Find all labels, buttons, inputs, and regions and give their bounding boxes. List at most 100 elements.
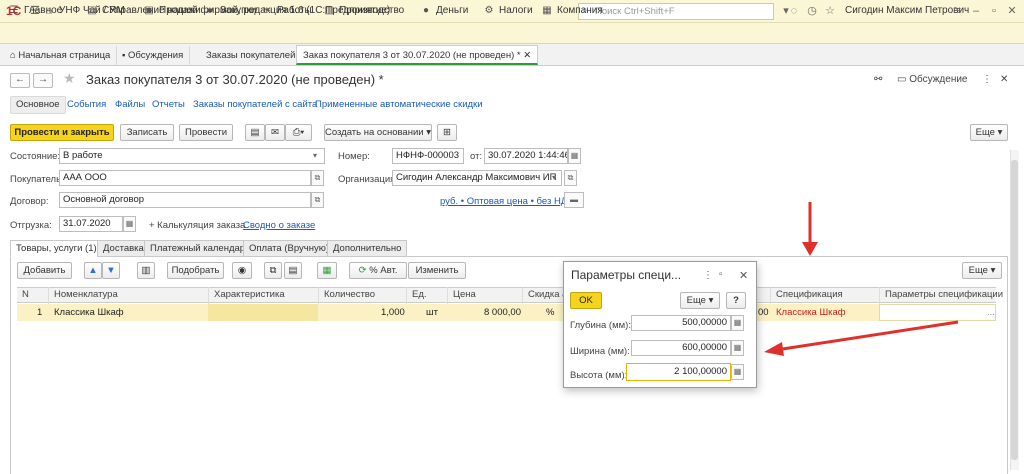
col-price[interactable]: Цена [453, 289, 476, 300]
tab-home[interactable]: ⌂ Начальная страница [4, 46, 118, 66]
back-button[interactable]: ← [10, 73, 30, 88]
state-field[interactable]: В работе [59, 148, 325, 164]
calculator-icon[interactable]: ▦ [731, 364, 744, 380]
forward-button[interactable]: → [33, 73, 53, 88]
open-link-icon[interactable]: ⧉ [311, 170, 324, 186]
organization-field[interactable]: Сигодин Александр Максимович ИП [392, 170, 562, 186]
date-field[interactable]: 30.07.2020 1:44:46 [484, 148, 568, 164]
calendar-icon[interactable]: ▦ [123, 216, 136, 232]
more-icon[interactable]: ⋮ [982, 74, 992, 85]
help-button[interactable]: ? [726, 292, 746, 309]
col-item[interactable]: Номенклатура [54, 289, 118, 300]
section-files[interactable]: Файлы [115, 99, 145, 110]
menu-item-production[interactable]: ▥ Производство [323, 3, 404, 18]
copy-icon[interactable]: ⧉ [264, 262, 282, 279]
link-icon[interactable]: ⚯ [874, 74, 882, 85]
maximize-icon[interactable]: ▫ [719, 269, 723, 280]
maximize-icon[interactable]: ▫ [986, 3, 1002, 19]
tab-discussions[interactable]: ▪ Обсуждения [116, 46, 191, 66]
price-settings-link[interactable]: руб. • Оптовая цена • без НДС [440, 196, 574, 207]
auto-discount-button[interactable]: ⟳ % Авт. [349, 262, 407, 279]
tab-orders[interactable]: Заказы покупателей [200, 46, 303, 66]
calculator-icon[interactable]: ▦ [731, 315, 744, 331]
tab-current-order[interactable]: Заказ покупателя 3 от 30.07.2020 (не про… [296, 45, 539, 65]
col-unit[interactable]: Ед. [412, 289, 427, 300]
calculator-icon[interactable]: ▦ [731, 340, 744, 356]
close-icon[interactable]: ✕ [739, 269, 748, 282]
add-button[interactable]: Добавить [17, 262, 72, 279]
menu-item-taxes[interactable]: ⚙ Налоги [483, 3, 533, 18]
move-up-icon[interactable]: ▲ [84, 262, 102, 279]
more-button[interactable]: Еще ▾ [970, 124, 1008, 141]
col-characteristic[interactable]: Характеристика [214, 289, 285, 300]
close-icon[interactable]: ✕ [1000, 74, 1008, 85]
post-and-close-button[interactable]: Провести и закрыть [10, 124, 114, 141]
eye-icon[interactable]: ◉ [232, 262, 252, 279]
notification-icon[interactable]: ◌ [786, 3, 802, 19]
menu-item-main[interactable]: ☰ Главное [8, 3, 63, 18]
card-icon[interactable]: ▬ [564, 192, 584, 208]
menu-item-purchases[interactable]: ▰ Закупки [204, 3, 256, 18]
menu-item-money[interactable]: ● Деньги [420, 3, 468, 18]
mail-icon[interactable]: ✉ [265, 124, 285, 141]
table-more-button[interactable]: Еще ▾ [962, 262, 1002, 279]
tab-additional[interactable]: Дополнительно [327, 240, 408, 257]
tab-payment-manual[interactable]: Оплата (Вручную) [243, 240, 335, 257]
close-icon[interactable]: ✕ [1004, 3, 1020, 19]
col-spec-params[interactable]: Параметры спецификации [885, 289, 1003, 300]
search-input[interactable]: Поиск Ctrl+Shift+F [578, 3, 774, 20]
menu-item-works[interactable]: ✂ Работы [261, 3, 312, 18]
col-discount[interactable]: Скидка а [528, 289, 567, 300]
contract-field[interactable]: Основной договор [59, 192, 311, 208]
report-icon[interactable]: ▤ [245, 124, 265, 141]
section-main[interactable]: Основное [10, 96, 66, 114]
print-icon[interactable]: ⎙▾ [285, 124, 312, 141]
cell-params-button[interactable]: ... [987, 307, 995, 318]
width-field[interactable]: 600,00000 [631, 340, 731, 356]
summary-link[interactable]: Сводно о заказе [243, 220, 315, 231]
barcode-icon[interactable]: ▥ [137, 262, 155, 279]
section-site-orders[interactable]: Заказы покупателей с сайта [193, 99, 317, 110]
move-down-icon[interactable]: ▼ [102, 262, 120, 279]
number-field[interactable]: НФНФ-000003 [392, 148, 464, 164]
paste-icon[interactable]: ▤ [284, 262, 302, 279]
open-link-icon[interactable]: ⧉ [564, 170, 577, 186]
shipment-date-field[interactable]: 31.07.2020 [59, 216, 123, 232]
menu-item-sales[interactable]: ▣ Продажи [143, 3, 201, 18]
more-icon[interactable]: ⋮ [703, 270, 713, 281]
favorite-star-icon[interactable]: ★ [63, 70, 76, 87]
tab-delivery[interactable]: Доставка [97, 240, 150, 257]
col-specification[interactable]: Спецификация [776, 289, 843, 300]
calculation-link[interactable]: + Калькуляция заказа [149, 220, 245, 231]
section-events[interactable]: События [67, 99, 106, 110]
dialog-more-button[interactable]: Еще ▾ [680, 292, 720, 309]
post-button[interactable]: Провести [179, 124, 233, 141]
tab-goods[interactable]: Товары, услуги (1) [10, 240, 103, 257]
history-icon[interactable]: ◷ [804, 3, 820, 19]
structure-icon[interactable]: ⊞ [437, 124, 457, 141]
favorites-icon[interactable]: ☆ [822, 3, 838, 19]
calendar-icon[interactable]: ▦ [568, 148, 581, 164]
create-based-on-button[interactable]: Создать на основании ▾ [324, 124, 432, 141]
section-auto-discounts[interactable]: Примененные автоматические скидки [315, 99, 483, 110]
dropdown-icon[interactable]: ▾ [313, 151, 317, 160]
tab-payment-calendar[interactable]: Платежный календарь [144, 240, 257, 257]
characteristic-cell[interactable] [208, 304, 318, 321]
menu-item-crm[interactable]: ▤ CRM [86, 3, 125, 18]
depth-field[interactable]: 500,00000 [631, 315, 731, 331]
change-button[interactable]: Изменить [408, 262, 466, 279]
save-button[interactable]: Записать [120, 124, 174, 141]
height-field[interactable]: 2 100,00000 [626, 363, 731, 381]
buyer-field[interactable]: ААА ООО [59, 170, 311, 186]
col-quantity[interactable]: Количество [324, 289, 375, 300]
section-reports[interactable]: Отчеты [152, 99, 185, 110]
pick-button[interactable]: Подобрать [167, 262, 224, 279]
settings-icon[interactable]: ≡ [950, 3, 966, 19]
discussion-button[interactable]: ▭ Обсуждение [897, 74, 968, 85]
close-icon[interactable]: ✕ [523, 50, 531, 61]
excel-icon[interactable]: ▦ [317, 262, 337, 279]
ok-button[interactable]: OK [570, 292, 602, 309]
open-link-icon[interactable]: ⧉ [311, 192, 324, 208]
scrollbar-thumb[interactable] [1011, 160, 1018, 460]
col-n[interactable]: N [22, 289, 29, 300]
